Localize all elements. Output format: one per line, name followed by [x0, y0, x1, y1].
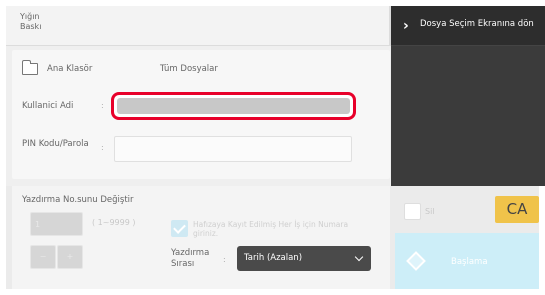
mode-line1: Yığın — [20, 12, 40, 21]
minus-button[interactable]: − — [30, 245, 56, 269]
plus-icon: + — [66, 252, 74, 261]
sort-label-line1: Yazdırma — [171, 248, 210, 258]
mode-line2: Baskı — [20, 22, 42, 31]
start-button[interactable]: Başlama — [395, 233, 539, 289]
print-number-range: ( 1~9999 ) — [92, 218, 136, 227]
delete-checkbox[interactable] — [404, 203, 421, 220]
mode-tab[interactable]: Yığın Baskı — [6, 6, 391, 46]
main-folder-value: Tüm Dosyalar — [160, 64, 218, 74]
user-name-input-fill — [117, 98, 350, 114]
right-panel: › Dosya Seçim Ekranına dön — [391, 6, 545, 186]
pin-colon: : — [101, 143, 104, 152]
chevron-down-icon — [354, 252, 364, 262]
back-to-file-select-button[interactable]: › Dosya Seçim Ekranına dön — [391, 6, 545, 46]
sort-order-select[interactable]: Tarih (Azalan) — [237, 246, 371, 271]
chevron-right-icon: › — [403, 18, 409, 34]
back-to-file-select-label: Dosya Seçim Ekranına dön — [420, 19, 534, 29]
print-number-title: Yazdırma No.sunu Değiştir — [22, 195, 134, 205]
user-name-colon: : — [101, 101, 104, 110]
ca-button[interactable]: CA — [495, 196, 539, 223]
print-number-stepper[interactable]: 1 — [30, 212, 83, 236]
delete-label: Sil — [425, 207, 435, 216]
sort-colon: : — [223, 255, 226, 264]
user-name-input[interactable] — [111, 92, 356, 120]
pin-password-input[interactable] — [114, 136, 352, 162]
minus-icon: − — [39, 252, 47, 261]
start-label: Başlama — [451, 257, 488, 267]
folder-icon — [22, 60, 38, 75]
pin-label: PIN Kodu/Parola — [22, 139, 89, 149]
remember-checkbox-label: Hafızaya Kayıt Edilmiş Her İş için Numar… — [193, 220, 349, 238]
plus-button[interactable]: + — [57, 245, 83, 269]
remember-checkbox[interactable] — [171, 220, 188, 237]
sort-label-line2: Sırası — [171, 259, 195, 269]
print-number-value: 1 — [35, 220, 41, 229]
user-name-label: Kullanici Adi — [22, 101, 74, 111]
start-icon — [406, 251, 426, 271]
main-folder-label: Ana Klasör — [47, 64, 93, 74]
sort-order-value: Tarih (Azalan) — [244, 253, 303, 263]
